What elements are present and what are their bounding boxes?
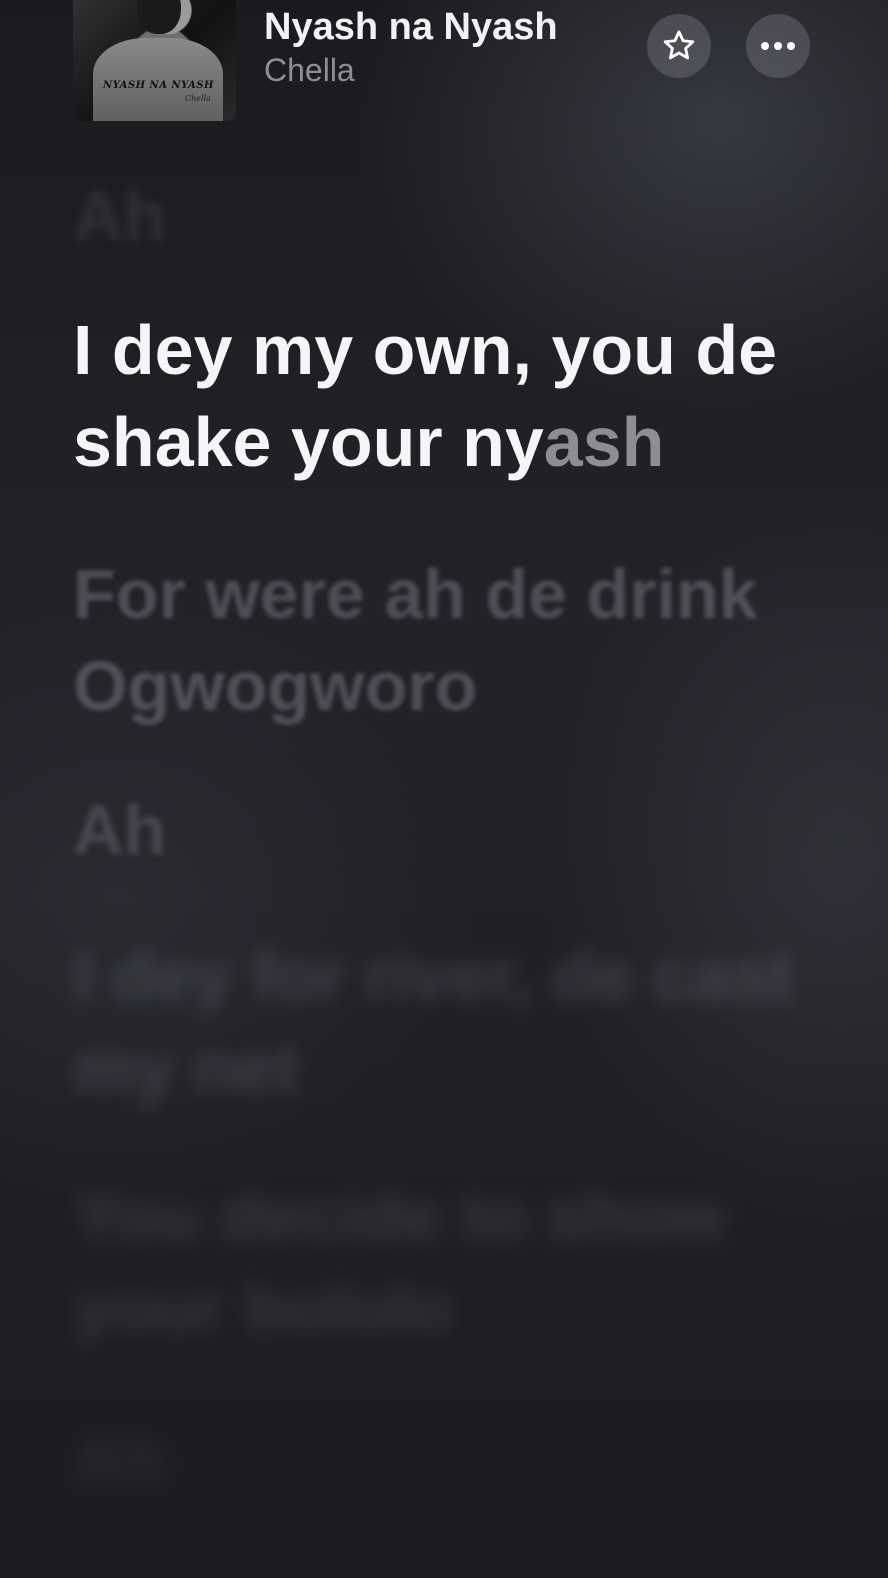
ellipsis-icon bbox=[761, 42, 795, 50]
star-icon bbox=[663, 30, 695, 60]
lyric-current-sung: I dey my own, you de shake your ny bbox=[73, 311, 778, 481]
lyric-current-unsung: ash bbox=[543, 403, 665, 481]
artwork-artist-text: Chella bbox=[185, 94, 211, 103]
now-playing-header: NYASH NA NYASH Chella Nyash na Nyash Che… bbox=[0, 0, 888, 130]
album-artwork[interactable]: NYASH NA NYASH Chella bbox=[73, 0, 236, 121]
lyric-line-upcoming[interactable]: Ah bbox=[73, 1414, 166, 1506]
lyric-line-upcoming[interactable]: You decide to show your bololo bbox=[73, 1170, 833, 1354]
lyric-line-upcoming[interactable]: Ah bbox=[73, 784, 166, 876]
song-title[interactable]: Nyash na Nyash bbox=[264, 6, 558, 49]
lyric-line-upcoming[interactable]: I dey for river, de cast my net bbox=[73, 930, 833, 1114]
lyric-line-current[interactable]: I dey my own, you de shake your nyash bbox=[73, 304, 833, 488]
artwork-figure-face bbox=[137, 0, 181, 34]
lyric-line-upcoming[interactable]: For were ah de drink Ogwogworo bbox=[73, 548, 833, 732]
artwork-title-text: NYASH NA NYASH bbox=[103, 80, 214, 91]
more-options-button[interactable] bbox=[746, 14, 810, 78]
lyric-line-previous[interactable]: Ah bbox=[73, 170, 166, 262]
artist-name[interactable]: Chella bbox=[264, 52, 355, 89]
favorite-button[interactable] bbox=[647, 14, 711, 78]
